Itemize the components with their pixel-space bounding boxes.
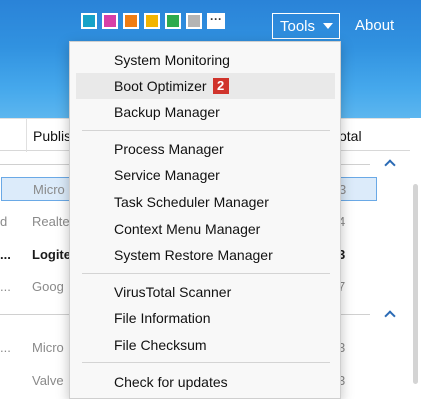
- row-name: ...: [0, 340, 11, 355]
- menu-item-backup-manager[interactable]: Backup Manager: [76, 99, 335, 125]
- theme-color-swatches: ···: [81, 13, 225, 29]
- row-publisher: Goog: [32, 279, 64, 294]
- row-publisher: Micro: [32, 340, 64, 355]
- theme-swatch-orange[interactable]: [123, 13, 139, 29]
- menu-separator: [82, 273, 330, 274]
- menu-item-context-menu-manager[interactable]: Context Menu Manager: [76, 216, 335, 242]
- menu-item-file-information[interactable]: File Information: [76, 305, 335, 331]
- column-header-publisher[interactable]: Publis: [33, 128, 71, 144]
- theme-swatch-gray[interactable]: [186, 13, 202, 29]
- row-name: ...: [0, 279, 11, 294]
- caret-down-icon: [323, 23, 334, 29]
- menu-item-label: Boot Optimizer: [114, 78, 207, 94]
- menu-item-virustotal-scanner[interactable]: VirusTotal Scanner: [76, 279, 335, 305]
- collapse-group-icon[interactable]: [384, 310, 396, 322]
- tools-dropdown-menu: System Monitoring Boot Optimizer 2 Backup…: [69, 41, 341, 399]
- column-header-total[interactable]: otal: [339, 128, 362, 144]
- menu-separator: [82, 362, 330, 363]
- row-publisher: Logite: [32, 247, 71, 262]
- row-name: ...: [0, 247, 11, 262]
- scrollbar-thumb[interactable]: [413, 184, 418, 384]
- tools-menu-button[interactable]: Tools: [272, 13, 340, 39]
- theme-swatch-yellow[interactable]: [144, 13, 160, 29]
- theme-swatch-teal[interactable]: [81, 13, 97, 29]
- vertical-scrollbar[interactable]: [410, 154, 421, 399]
- menu-item-boot-optimizer[interactable]: Boot Optimizer 2: [76, 73, 335, 99]
- column-divider: [26, 119, 27, 152]
- menu-item-service-manager[interactable]: Service Manager: [76, 162, 335, 188]
- menu-item-system-restore-manager[interactable]: System Restore Manager: [76, 242, 335, 268]
- tools-menu-label: Tools: [280, 17, 316, 35]
- menu-item-check-for-updates[interactable]: Check for updates: [76, 369, 335, 395]
- menu-item-process-manager[interactable]: Process Manager: [76, 136, 335, 162]
- about-link[interactable]: About: [355, 17, 394, 34]
- row-name: d: [0, 214, 8, 229]
- menu-item-system-monitoring[interactable]: System Monitoring: [76, 47, 335, 73]
- theme-swatch-pink[interactable]: [102, 13, 118, 29]
- menu-separator: [82, 130, 330, 131]
- row-publisher: Valve: [32, 373, 64, 388]
- theme-swatch-green[interactable]: [165, 13, 181, 29]
- menu-item-task-scheduler-manager[interactable]: Task Scheduler Manager: [76, 189, 335, 215]
- notification-badge: 2: [212, 78, 229, 94]
- more-themes-icon[interactable]: ···: [207, 13, 225, 29]
- row-publisher: Realte: [32, 214, 70, 229]
- menu-item-file-checksum[interactable]: File Checksum: [76, 332, 335, 358]
- collapse-group-icon[interactable]: [384, 159, 396, 171]
- row-publisher: Micro: [33, 182, 65, 197]
